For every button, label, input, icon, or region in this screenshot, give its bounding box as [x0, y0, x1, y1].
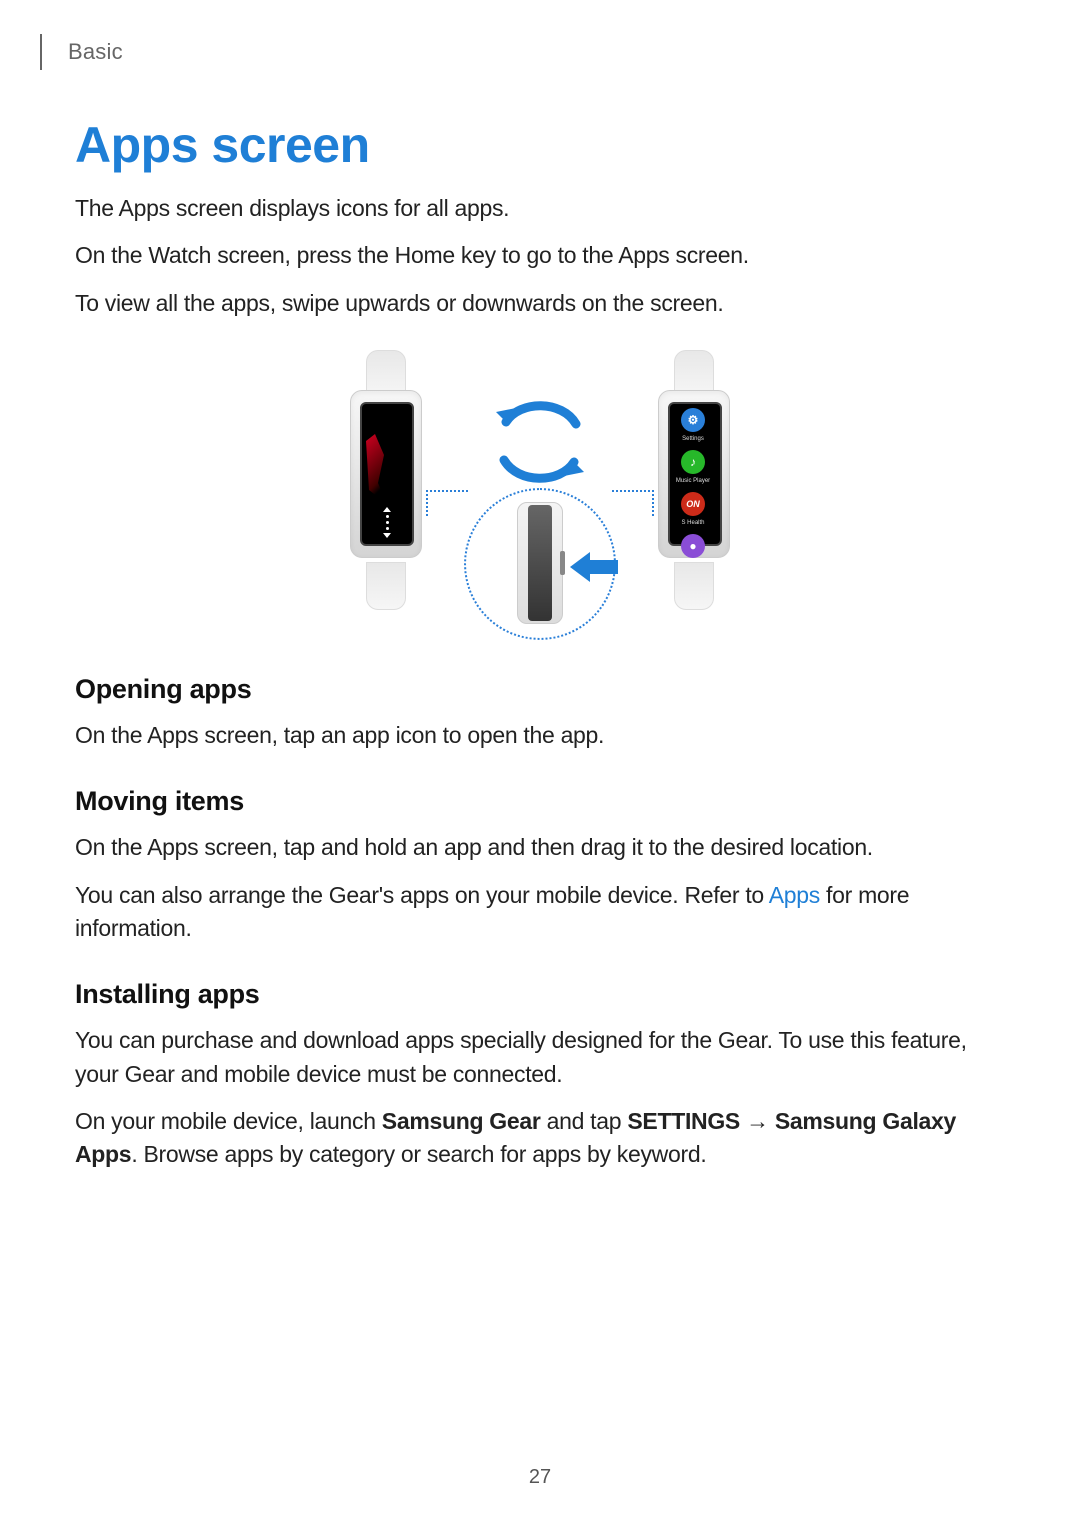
moving-items-paragraph-2: You can also arrange the Gear's apps on … [75, 879, 1005, 946]
text-fragment: and tap [541, 1108, 628, 1134]
scroll-indicator [362, 507, 412, 538]
apps-link[interactable]: Apps [769, 882, 820, 908]
home-key [560, 551, 565, 575]
rotate-arrow-top-icon [492, 394, 588, 438]
installing-apps-paragraph-1: You can purchase and download apps speci… [75, 1024, 1005, 1091]
app-label: Settings [682, 436, 704, 442]
dot-icon [386, 515, 389, 518]
watch-strap-bottom [366, 562, 406, 610]
breadcrumb: Basic [40, 38, 1005, 66]
bold-settings: SETTINGS [627, 1108, 740, 1134]
page-number: 27 [0, 1466, 1080, 1489]
app-label: Music Player [676, 478, 710, 484]
watch-screen-watchface [360, 402, 414, 546]
music-app-icon: ♪ [681, 450, 705, 474]
dot-icon [386, 521, 389, 524]
text-fragment: You can also arrange the Gear's apps on … [75, 882, 769, 908]
zoomed-watch-screen [528, 505, 552, 621]
app-icon-list: ⚙ Settings ♪ Music Player ON S Health ● [668, 402, 718, 548]
breadcrumb-label: Basic [68, 39, 123, 65]
watch-left [342, 350, 430, 610]
text-fragment: On your mobile device, launch [75, 1108, 382, 1134]
other-app-icon: ● [681, 534, 705, 558]
dot-icon [386, 527, 389, 530]
settings-app-icon: ⚙ [681, 408, 705, 432]
watch-strap-bottom [674, 562, 714, 610]
watchface-graphic [366, 434, 396, 504]
section-heading-opening-apps: Opening apps [75, 674, 1005, 705]
intro-paragraph-3: To view all the apps, swipe upwards or d… [75, 287, 1005, 320]
arrow-fragment: → [740, 1108, 775, 1134]
intro-paragraph-2: On the Watch screen, press the Home key … [75, 239, 1005, 272]
document-page: Basic Apps screen The Apps screen displa… [0, 0, 1080, 1527]
chevron-up-icon [383, 507, 391, 512]
text-fragment: . Browse apps by category or search for … [131, 1141, 706, 1167]
callout-lead-right [612, 490, 654, 516]
page-title: Apps screen [75, 116, 1005, 174]
app-label: S Health [681, 520, 704, 526]
chevron-down-icon [383, 533, 391, 538]
installing-apps-paragraph-2: On your mobile device, launch Samsung Ge… [75, 1105, 1005, 1172]
moving-items-paragraph-1: On the Apps screen, tap and hold an app … [75, 831, 1005, 864]
watch-right: ⚙ Settings ♪ Music Player ON S Health ● [650, 350, 738, 610]
section-heading-installing-apps: Installing apps [75, 979, 1005, 1010]
apps-screen-figure: ⚙ Settings ♪ Music Player ON S Health ● [75, 350, 1005, 640]
rotate-arrow-bottom-icon [492, 446, 588, 490]
section-heading-moving-items: Moving items [75, 786, 1005, 817]
press-arrow-icon [570, 550, 618, 584]
shealth-app-icon: ON [681, 492, 705, 516]
breadcrumb-divider [40, 34, 42, 70]
callout-lead-left [426, 490, 468, 516]
bold-samsung-gear: Samsung Gear [382, 1108, 541, 1134]
zoomed-watch-side [517, 502, 563, 624]
intro-paragraph-1: The Apps screen displays icons for all a… [75, 192, 1005, 225]
home-key-callout [440, 350, 640, 640]
opening-apps-paragraph: On the Apps screen, tap an app icon to o… [75, 719, 1005, 752]
